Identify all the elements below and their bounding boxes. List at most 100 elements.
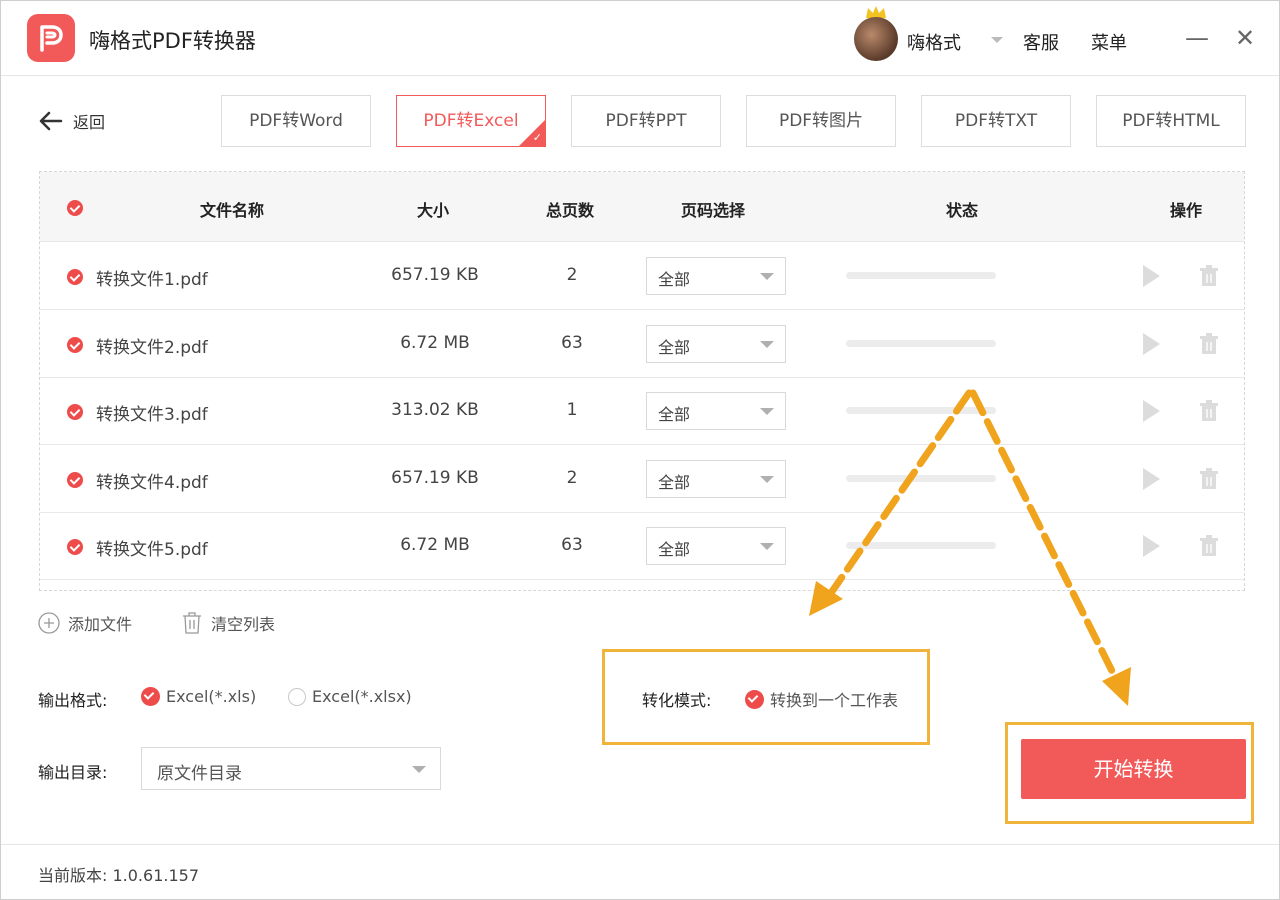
mode-single-sheet-checkbox[interactable]: 转换到一个工作表 bbox=[745, 687, 898, 711]
app-title: 嗨格式PDF转换器 bbox=[89, 29, 256, 53]
tab-pdf-to-txt[interactable]: PDF转TXT bbox=[921, 95, 1071, 147]
title-bar: 嗨格式PDF转换器 嗨格式 客服 菜单 — ✕ bbox=[1, 1, 1279, 76]
format-option-xlsx[interactable]: Excel(*.xlsx) bbox=[288, 687, 412, 706]
page-range-select[interactable]: 全部 bbox=[646, 257, 786, 295]
page-range-select[interactable]: 全部 bbox=[646, 459, 786, 498]
row-checkbox[interactable] bbox=[67, 404, 83, 420]
page-range-value: 全部 bbox=[658, 405, 691, 424]
format-option-xls[interactable]: Excel(*.xls) bbox=[141, 687, 256, 706]
page-range-select[interactable]: 全部 bbox=[646, 392, 786, 430]
chevron-down-icon bbox=[760, 475, 774, 483]
app-logo-icon bbox=[27, 14, 75, 62]
row-checkbox[interactable] bbox=[67, 336, 83, 353]
arrow-left-icon bbox=[39, 111, 63, 131]
progress-bar bbox=[846, 542, 996, 549]
tab-label: PDF转Excel bbox=[423, 111, 519, 131]
checkmark-icon: ✓ bbox=[532, 131, 542, 144]
table-row: 转换文件1.pdf 657.19 KB 2 全部 bbox=[40, 243, 1244, 310]
output-dir-select[interactable]: 原文件目录 bbox=[141, 747, 441, 790]
clear-list-button[interactable]: 清空列表 bbox=[181, 611, 275, 635]
unchecked-radio-icon bbox=[288, 687, 306, 706]
file-size: 6.72 MB bbox=[400, 332, 470, 353]
chevron-down-icon bbox=[760, 543, 774, 550]
mode-label: 转化模式: bbox=[642, 691, 712, 710]
tab-pdf-to-image[interactable]: PDF转图片 bbox=[746, 95, 896, 147]
row-checkbox[interactable] bbox=[67, 471, 83, 488]
col-header-pages: 总页数 bbox=[546, 201, 595, 220]
output-dir-value: 原文件目录 bbox=[157, 764, 242, 784]
trash-icon[interactable] bbox=[1199, 400, 1219, 422]
avatar[interactable] bbox=[854, 17, 898, 61]
user-menu-caret-icon[interactable] bbox=[991, 37, 1003, 43]
back-button[interactable]: 返回 bbox=[39, 109, 105, 133]
add-file-button[interactable]: 添加文件 bbox=[38, 611, 132, 635]
start-convert-button[interactable]: 开始转换 bbox=[1021, 739, 1246, 799]
progress-bar bbox=[846, 474, 996, 482]
file-name: 转换文件5.pdf bbox=[96, 540, 208, 560]
customer-service-link[interactable]: 客服 bbox=[1023, 29, 1059, 55]
table-row: 转换文件2.pdf 6.72 MB 63 全部 bbox=[40, 311, 1244, 378]
play-icon[interactable] bbox=[1143, 332, 1160, 355]
progress-bar bbox=[846, 339, 996, 347]
row-checkbox[interactable] bbox=[67, 539, 83, 555]
tab-pdf-to-excel[interactable]: PDF转Excel ✓ bbox=[396, 95, 546, 147]
page-range-select[interactable]: 全部 bbox=[646, 527, 786, 565]
file-name: 转换文件2.pdf bbox=[96, 337, 208, 358]
file-size: 657.19 KB bbox=[391, 265, 479, 285]
output-format-label: 输出格式: bbox=[38, 691, 108, 710]
chevron-down-icon bbox=[760, 408, 774, 415]
file-size: 6.72 MB bbox=[400, 535, 470, 555]
file-size: 313.02 KB bbox=[391, 400, 479, 420]
format-option-label: Excel(*.xlsx) bbox=[312, 687, 412, 706]
table-row: 转换文件4.pdf 657.19 KB 2 全部 bbox=[40, 446, 1244, 513]
mode-option-label: 转换到一个工作表 bbox=[770, 691, 899, 710]
play-icon[interactable] bbox=[1143, 265, 1160, 287]
col-header-size: 大小 bbox=[417, 201, 450, 220]
trash-icon[interactable] bbox=[1199, 467, 1219, 490]
file-table: 文件名称 大小 总页数 页码选择 状态 操作 转换文件1.pdf 657.19 K… bbox=[39, 171, 1245, 591]
page-range-value: 全部 bbox=[658, 337, 691, 357]
page-count: 2 bbox=[566, 265, 578, 285]
plus-circle-icon bbox=[38, 612, 60, 634]
checked-radio-icon bbox=[745, 689, 764, 709]
play-icon[interactable] bbox=[1143, 400, 1160, 422]
tab-pdf-to-html[interactable]: PDF转HTML bbox=[1096, 95, 1246, 147]
trash-icon[interactable] bbox=[1199, 265, 1219, 287]
file-name: 转换文件4.pdf bbox=[96, 472, 208, 493]
trash-icon bbox=[183, 612, 201, 634]
arrowhead-icon bbox=[1102, 667, 1131, 706]
progress-bar bbox=[846, 272, 996, 279]
page-range-value: 全部 bbox=[658, 472, 691, 492]
clear-list-label: 清空列表 bbox=[211, 615, 276, 634]
close-button[interactable]: ✕ bbox=[1232, 23, 1258, 53]
play-icon[interactable] bbox=[1143, 467, 1160, 490]
output-dir-label: 输出目录: bbox=[38, 763, 108, 782]
tab-pdf-to-word[interactable]: PDF转Word bbox=[221, 95, 371, 147]
trash-icon[interactable] bbox=[1199, 332, 1219, 355]
page-range-value: 全部 bbox=[658, 540, 691, 559]
col-header-name: 文件名称 bbox=[200, 201, 265, 220]
progress-bar bbox=[846, 407, 996, 414]
page-count: 2 bbox=[566, 467, 578, 488]
play-icon[interactable] bbox=[1143, 535, 1160, 557]
table-row: 转换文件3.pdf 313.02 KB 1 全部 bbox=[40, 378, 1244, 445]
menu-link[interactable]: 菜单 bbox=[1091, 29, 1127, 55]
add-file-label: 添加文件 bbox=[68, 615, 133, 634]
select-all-checkbox[interactable] bbox=[67, 200, 83, 216]
trash-icon[interactable] bbox=[1199, 535, 1219, 557]
chevron-down-icon bbox=[760, 273, 774, 280]
back-label: 返回 bbox=[73, 113, 106, 132]
tab-pdf-to-ppt[interactable]: PDF转PPT bbox=[571, 95, 721, 147]
page-count: 1 bbox=[566, 400, 578, 420]
version-text: 当前版本: 1.0.61.157 bbox=[38, 866, 199, 885]
user-name[interactable]: 嗨格式 bbox=[907, 29, 961, 55]
footer: 当前版本: 1.0.61.157 bbox=[1, 844, 1279, 900]
chevron-down-icon bbox=[412, 766, 426, 773]
chevron-down-icon bbox=[760, 340, 774, 348]
row-checkbox[interactable] bbox=[67, 269, 83, 285]
col-header-page-select: 页码选择 bbox=[681, 201, 746, 220]
format-option-label: Excel(*.xls) bbox=[166, 687, 257, 706]
page-count: 63 bbox=[561, 535, 583, 555]
page-range-select[interactable]: 全部 bbox=[646, 324, 786, 363]
minimize-button[interactable]: — bbox=[1184, 23, 1210, 53]
